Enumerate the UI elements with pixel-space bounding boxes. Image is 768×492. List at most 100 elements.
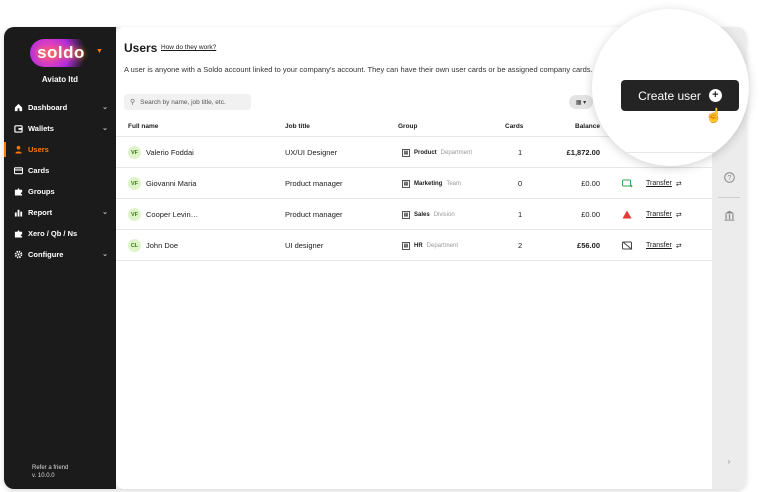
avatar: VF [128,146,141,159]
card-icon [13,166,23,176]
refer-link[interactable]: Refer a friend [32,464,68,472]
group-icon: ▦ [402,148,410,157]
group-tag[interactable]: ▦ Product Department [402,137,472,168]
search-input[interactable]: ⚲ Search by name, job title, etc. [124,94,251,110]
table-row[interactable]: VF Giovanni Maria Product manager ▦ Mark… [116,168,712,199]
transfer-label[interactable]: Transfer [646,180,672,187]
sidebar-item-groups[interactable]: Groups [4,181,116,202]
avatar: CL [128,239,141,252]
cards-count: 2 [518,241,523,250]
avatar: VF [128,177,141,190]
chevron-down-icon: ⌄ [102,104,108,111]
user-name-cell: VF Giovanni Maria [128,168,196,199]
sidebar-item-integrations[interactable]: Xero / Qb / Ns [4,223,116,244]
sidebar-item-configure[interactable]: Configure ⌄ [4,244,116,265]
sidebar-item-label: Report [28,208,53,217]
transfer-link[interactable]: Transfer ⇄ [646,199,682,230]
search-icon: ⚲ [130,99,136,106]
help-icon[interactable]: ? [712,172,746,186]
transfer-link[interactable]: Transfer ⇄ [646,230,682,261]
page-title: Users [124,41,158,55]
home-icon [13,103,23,113]
divider [592,152,749,153]
user-name-cell: CL John Doe [128,230,178,261]
chart-icon [13,208,23,218]
warning-icon[interactable] [622,199,632,230]
sidebar-item-label: Wallets [28,124,54,133]
card-blocked-icon[interactable] [622,230,633,261]
job-title: Product manager [285,179,343,188]
chevron-down-icon: ⌄ [102,251,108,258]
sidebar-item-cards[interactable]: Cards [4,160,116,181]
avatar: VF [128,208,141,221]
wallet-icon [13,124,23,134]
sidebar-item-report[interactable]: Report ⌄ [4,202,116,223]
table-row[interactable]: CL John Doe UI designer ▦ HR Department … [116,230,712,261]
transfer-label[interactable]: Transfer [646,211,672,218]
view-toggle[interactable]: ▦ ▾ [569,95,593,109]
transfer-link[interactable]: Transfer ⇄ [646,168,682,199]
sidebar-item-label: Configure [28,250,64,259]
sidebar-item-label: Groups [28,187,55,196]
chevron-down-icon[interactable]: ▼ [96,48,103,55]
create-user-label: Create user [638,88,701,103]
sidebar-item-label: Xero / Qb / Ns [28,229,78,238]
column-header-cards[interactable]: Cards [505,123,523,130]
column-header-group[interactable]: Group [398,123,418,130]
sidebar-item-label: Cards [28,166,50,175]
group-tag[interactable]: ▦ Sales Division [402,199,455,230]
soldo-logo: soldo [30,39,92,67]
group-name: Marketing [414,180,443,187]
table-row[interactable]: VF Cooper Levin… Product manager ▦ Sales… [116,199,712,230]
group-icon: ▦ [402,241,410,250]
balance: £1,872.00 [566,148,600,157]
transfer-label[interactable]: Transfer [646,242,672,249]
group-type: Team [446,180,462,187]
balance: £0.00 [581,179,600,188]
sidebar-item-dashboard[interactable]: Dashboard ⌄ [4,97,116,118]
group-name: Sales [414,211,430,218]
transfer-icon: ⇄ [675,211,682,219]
sidebar-item-label: Users [28,145,49,154]
user-name-cell: VF Valerio Foddai [128,137,194,168]
refer-friend[interactable]: Refer a friend v. 10.0.0 [32,464,68,480]
cards-count: 1 [518,210,523,219]
group-tag[interactable]: ▦ HR Department [402,230,458,261]
sidebar-item-wallets[interactable]: Wallets ⌄ [4,118,116,139]
job-title: UX/UI Designer [285,148,338,157]
column-header-balance[interactable]: Balance [575,123,600,130]
cards-count: 0 [518,179,523,188]
group-icon: ▦ [402,210,410,219]
transfer-icon: ⇄ [675,180,682,188]
card-add-icon[interactable] [622,168,633,199]
group-name: HR [414,242,423,249]
user-name: John Doe [146,241,179,250]
user-name: Giovanni Maria [146,179,197,188]
group-type: Division [433,211,455,218]
bank-icon[interactable] [712,210,746,224]
column-header-job[interactable]: Job title [285,123,310,130]
zoom-callout: Create user + ☝ [592,9,749,166]
help-link[interactable]: How do they work? [161,44,216,51]
cards-count: 1 [518,148,523,157]
puzzle-icon [13,229,23,239]
puzzle-icon [13,187,23,197]
column-header-name[interactable]: Full name [128,123,158,130]
sidebar-item-users[interactable]: Users [4,139,116,160]
chevron-down-icon: ⌄ [102,125,108,132]
chevron-down-icon: ⌄ [102,209,108,216]
sidebar: soldo ▼ Aviato ltd Dashboard ⌄ Wallets ⌄ [4,27,116,489]
group-name: Product [414,149,437,156]
chevron-right-icon[interactable]: › [712,457,746,466]
plus-icon: + [708,89,722,102]
hand-cursor-icon: ☝ [705,107,723,123]
balance: £0.00 [581,210,600,219]
group-icon: ▦ [402,179,410,188]
user-name: Cooper Levin… [146,210,199,219]
sidebar-item-label: Dashboard [28,103,68,112]
version-label: v. 10.0.0 [32,473,55,479]
job-title: Product manager [285,210,343,219]
balance: £56.00 [577,241,600,250]
user-name-cell: VF Cooper Levin… [128,199,198,230]
group-tag[interactable]: ▦ Marketing Team [402,168,461,199]
